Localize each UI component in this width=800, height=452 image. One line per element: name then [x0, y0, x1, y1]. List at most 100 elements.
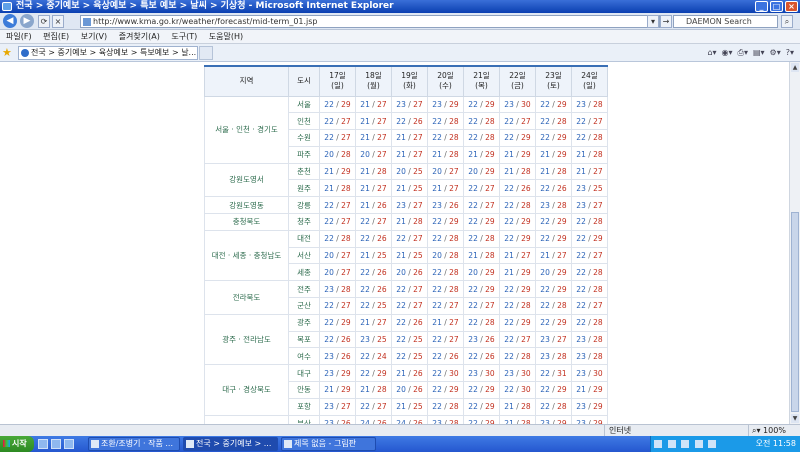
min-temp: 21 — [360, 183, 370, 193]
menu-edit[interactable]: 편집(E) — [43, 32, 69, 41]
min-temp: 22 — [432, 267, 442, 277]
min-temp: 22 — [432, 335, 442, 345]
print-icon[interactable]: ⎙▾ — [738, 47, 748, 59]
max-temp: 29 — [557, 385, 567, 395]
header-day-weekday: (월) — [367, 81, 380, 91]
temperature-cell: 22 / 27 — [319, 297, 356, 315]
refresh-icon[interactable]: ⟳ — [38, 15, 50, 28]
max-temp: 29 — [557, 234, 567, 244]
temperature-cell: 22 / 25 — [355, 297, 392, 315]
page-menu-icon[interactable]: ▤▾ — [753, 47, 765, 59]
temperature-cell: 22 / 27 — [571, 246, 608, 265]
forward-icon[interactable]: ▶ — [20, 14, 34, 28]
max-temp: 27 — [413, 99, 423, 109]
min-temp: 21 — [504, 167, 514, 177]
min-temp: 23 — [432, 200, 442, 210]
menu-view[interactable]: 보기(V) — [81, 32, 107, 41]
menu-file[interactable]: 파일(F) — [6, 32, 32, 41]
min-temp: 20 — [396, 167, 406, 177]
search-input[interactable]: DAEMON Search — [673, 15, 778, 28]
menu-help[interactable]: 도움말(H) — [209, 32, 243, 41]
maximize-button[interactable]: □ — [770, 1, 783, 12]
min-temp: 22 — [468, 318, 478, 328]
min-temp: 22 — [432, 133, 442, 143]
tools-menu-icon[interactable]: ⚙▾ — [770, 47, 781, 59]
max-temp: 28 — [521, 301, 531, 311]
max-temp: 27 — [521, 251, 531, 261]
min-temp: 20 — [432, 167, 442, 177]
min-temp: 20 — [468, 267, 478, 277]
help-menu-icon[interactable]: ?▾ — [786, 47, 794, 59]
temperature-cell: 22 / 29 — [535, 313, 572, 332]
max-temp: 29 — [485, 385, 495, 395]
temperature-cell: 23 / 30 — [571, 364, 608, 383]
min-temp: 21 — [504, 150, 514, 160]
tray-network-icon[interactable] — [654, 439, 662, 448]
search-icon[interactable]: ⌕ — [781, 15, 793, 28]
max-temp: 28 — [485, 234, 495, 244]
quicklaunch-media-icon[interactable] — [64, 439, 74, 449]
max-temp: 29 — [521, 150, 531, 160]
temperature-cell: 23 / 27 — [391, 196, 428, 215]
max-temp: 27 — [593, 251, 603, 261]
taskbar-button-ie[interactable]: 전국 > 중기예보 > ... — [183, 437, 278, 451]
min-temp: 22 — [432, 284, 442, 294]
max-temp: 29 — [341, 385, 351, 395]
quicklaunch-ie-icon[interactable] — [38, 439, 48, 449]
tray-ime-icon[interactable] — [681, 439, 690, 448]
scroll-thumb[interactable] — [791, 212, 799, 412]
minimize-button[interactable]: _ — [755, 1, 768, 12]
city-cell: 수원 — [288, 129, 320, 147]
city-cell: 광주 — [288, 313, 320, 332]
close-button[interactable]: × — [785, 1, 798, 12]
new-tab-button[interactable] — [199, 46, 213, 60]
taskbar-button-paint[interactable]: 제목 없음 - 그림판 — [281, 437, 376, 451]
temperature-cell: 21 / 27 — [391, 129, 428, 147]
home-icon[interactable]: ⌂▾ — [707, 47, 716, 59]
favorites-star-icon[interactable]: ★ — [2, 47, 12, 58]
stop-icon[interactable]: × — [52, 15, 64, 28]
max-temp: 28 — [449, 402, 459, 412]
taskbar-button-folder[interactable]: 조환/조병기 · 작품 ... — [88, 437, 180, 451]
min-temp: 22 — [396, 116, 406, 126]
start-button[interactable]: 시작 — [0, 436, 34, 452]
max-temp: 29 — [341, 167, 351, 177]
max-temp: 28 — [593, 99, 603, 109]
city-cell: 서울 — [288, 95, 320, 114]
browser-tab[interactable]: 전국 > 중기예보 > 육상예보 > 특보예보 > 날... — [18, 46, 198, 60]
max-temp: 29 — [593, 234, 603, 244]
max-temp: 28 — [557, 351, 567, 361]
scroll-down-icon[interactable]: ▼ — [791, 414, 799, 423]
quicklaunch-desktop-icon[interactable] — [51, 439, 61, 449]
temperature-cell: 22 / 29 — [499, 213, 536, 231]
temperature-cell: 23 / 28 — [571, 330, 608, 349]
vertical-scrollbar[interactable]: ▲ ▼ — [789, 62, 800, 424]
go-icon[interactable]: → — [660, 15, 672, 28]
max-temp: 28 — [449, 284, 459, 294]
menu-tools[interactable]: 도구(T) — [171, 32, 197, 41]
address-dropdown-icon[interactable]: ▾ — [647, 15, 659, 28]
temperature-cell: 22 / 29 — [535, 280, 572, 299]
address-input[interactable]: http://www.kma.go.kr/weather/forecast/mi… — [80, 15, 660, 28]
min-temp: 21 — [360, 116, 370, 126]
temperature-cell: 22 / 27 — [571, 112, 608, 131]
min-temp: 22 — [468, 99, 478, 109]
feeds-icon[interactable]: ◉▾ — [722, 47, 733, 59]
table-row: 부산 23 / 26 24 / 26 24 / 26 23 / 28 22 / 29 21 … — [204, 414, 608, 424]
tray-security-icon[interactable] — [694, 439, 703, 448]
tray-volume-icon[interactable] — [667, 439, 676, 448]
min-temp: 20 — [540, 267, 550, 277]
city-cell: 대구 — [288, 364, 320, 383]
tray-update-icon[interactable] — [708, 439, 717, 448]
min-temp: 22 — [360, 267, 370, 277]
back-icon[interactable]: ◀ — [3, 14, 17, 28]
temperature-cell: 23 / 29 — [319, 364, 356, 383]
min-temp: 21 — [324, 167, 334, 177]
min-temp: 22 — [324, 116, 334, 126]
max-temp: 28 — [485, 251, 495, 261]
max-temp: 27 — [413, 301, 423, 311]
menu-favorites[interactable]: 즐겨찾기(A) — [119, 32, 160, 41]
max-temp: 28 — [593, 150, 603, 160]
scroll-up-icon[interactable]: ▲ — [791, 63, 799, 72]
min-temp: 21 — [396, 368, 406, 378]
